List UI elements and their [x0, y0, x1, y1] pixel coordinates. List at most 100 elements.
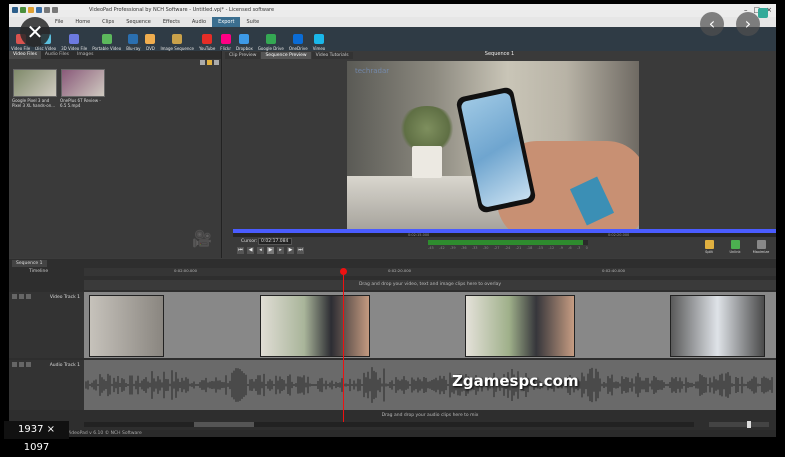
list-view-icon[interactable]	[214, 60, 219, 65]
audio-drop-zone[interactable]: Drag and drop your audio clips here to m…	[84, 411, 776, 421]
collapse-audio-icon[interactable]	[12, 362, 17, 367]
mute-icon[interactable]	[19, 362, 24, 367]
step-forward-icon[interactable]: ▶	[287, 247, 294, 254]
meter-level-label: -45	[428, 246, 434, 250]
preview-ruler[interactable]: 0:02:15.0000:02:20.0000:02:25.000	[233, 233, 776, 237]
lock-icon[interactable]	[19, 294, 24, 299]
menu-suite[interactable]: Suite	[240, 17, 265, 27]
tab-sequence-preview[interactable]: Sequence Preview	[261, 52, 311, 59]
close-viewer-icon[interactable]: ✕	[20, 17, 50, 47]
zoom-knob[interactable]	[747, 421, 751, 428]
scrollbar-thumb[interactable]	[194, 422, 254, 427]
menu-audio[interactable]: Audio	[186, 17, 212, 27]
screenshot-frame: VideoPad Professional by NCH Software - …	[0, 0, 785, 453]
video-frame[interactable]: techradar	[347, 61, 639, 229]
video-clip[interactable]	[89, 295, 164, 357]
frame-back-icon[interactable]: ◂	[257, 247, 264, 254]
save-icon[interactable]	[36, 7, 42, 13]
meter-level-label: -21	[515, 246, 522, 250]
ribbon-3d-video-file-button[interactable]: 3D Video File	[61, 29, 87, 51]
delete-icon[interactable]	[200, 60, 205, 65]
audio-track[interactable]	[84, 360, 776, 410]
menu-clips[interactable]: Clips	[96, 17, 120, 27]
sequence-tab[interactable]: Sequence 1	[12, 260, 47, 267]
flickr-icon	[220, 34, 231, 44]
step-back-icon[interactable]: ◀	[247, 247, 254, 254]
timeline-scrollbar[interactable]	[84, 422, 694, 427]
preview-tabs: Clip Preview Sequence Preview Video Tutori…	[225, 52, 354, 59]
tab-audio-files[interactable]: Audio Files	[41, 51, 73, 59]
menu-effects[interactable]: Effects	[157, 17, 186, 27]
ribbon-onedrive-button[interactable]: OneDrive	[289, 29, 308, 51]
play-icon[interactable]: ▶	[267, 247, 274, 254]
meter-level-label: -15	[537, 246, 544, 250]
ribbon-youtube-button[interactable]: YouTube	[199, 29, 215, 51]
menu-sequence[interactable]: Sequence	[120, 17, 157, 27]
timeline-tick: 0:02:20.000	[388, 268, 412, 273]
meter-level-label: 0	[585, 246, 588, 250]
ribbon-vimeo-button[interactable]: Vimeo	[313, 29, 325, 51]
open-icon[interactable]	[28, 7, 34, 13]
ribbon-image-sequence-button[interactable]: Image Sequence	[160, 29, 194, 51]
video-clip[interactable]	[670, 295, 765, 357]
google-drive-icon	[265, 34, 276, 44]
redo-icon[interactable]	[52, 7, 58, 13]
ribbon-dvd-button[interactable]: DVD	[145, 29, 156, 51]
cursor-time-field[interactable]: 0:02:17.084	[258, 238, 292, 245]
tab-video-files[interactable]: Video Files	[9, 51, 41, 59]
zoom-slider[interactable]	[709, 421, 769, 428]
overlay-drop-zone[interactable]: Drag and drop your video, text and image…	[84, 280, 776, 290]
folder-icon[interactable]	[207, 60, 212, 65]
media-clip-thumbnail[interactable]	[13, 69, 57, 97]
tool-label: Unlink	[729, 250, 741, 254]
collapse-icon[interactable]	[12, 294, 17, 299]
dropbox-icon	[239, 34, 250, 44]
blu-ray-icon	[128, 34, 139, 44]
chevron-right-icon[interactable]: ›	[736, 12, 760, 36]
chevron-left-icon[interactable]: ‹	[700, 12, 724, 36]
media-clip-label: Google Pixel 3 and Pixel 3 XL hands-on..…	[12, 98, 56, 108]
video-track-name: Video Track 1	[49, 295, 80, 300]
meter-level-label: -39	[449, 246, 456, 250]
go-to-end-icon[interactable]: ⏭	[297, 247, 304, 254]
frame-forward-icon[interactable]: ▸	[277, 247, 284, 254]
ribbon-flickr-button[interactable]: Flickr	[220, 29, 231, 51]
menu-home[interactable]: Home	[69, 17, 96, 27]
unlink-button[interactable]: Unlink	[725, 240, 745, 256]
split-button[interactable]: Split	[699, 240, 719, 256]
meter-level-label: -24	[504, 246, 511, 250]
maximize-icon	[756, 240, 766, 249]
window-title: VideoPad Professional by NCH Software - …	[89, 7, 275, 13]
tab-clip-preview[interactable]: Clip Preview	[225, 52, 261, 59]
video-track-header: Video Track 1	[9, 292, 84, 358]
visibility-icon[interactable]	[26, 294, 31, 299]
ribbon-portable-video-button[interactable]: Portable Video	[92, 29, 121, 51]
tab-video-tutorials[interactable]: Video Tutorials	[311, 52, 353, 59]
onedrive-icon	[293, 34, 304, 44]
ribbon-blu-ray-button[interactable]: Blu-ray	[126, 29, 140, 51]
tab-images[interactable]: Images	[73, 51, 97, 59]
new-icon[interactable]	[20, 7, 26, 13]
undo-icon[interactable]	[44, 7, 50, 13]
audio-track-header: Audio Track 1	[9, 360, 84, 410]
media-clip-thumbnail[interactable]	[61, 69, 105, 97]
menu-bar: File Home Clips Sequence Effects Audio Export S…	[9, 17, 776, 27]
timeline-label: Timeline	[29, 269, 49, 274]
unlink-icon	[730, 240, 740, 249]
video-track[interactable]	[84, 292, 776, 358]
video-clip[interactable]	[465, 295, 575, 357]
vimeo-icon	[313, 34, 324, 44]
audio-level-meter: -45 -42 -39 -36 -33 -30 -27 -24 -21 -18 -15 -12 -9 -6…	[428, 240, 588, 252]
app-icon	[12, 7, 18, 13]
site-watermark: Zgamespc.com	[452, 372, 579, 390]
ribbon-google-drive-button[interactable]: Google Drive	[258, 29, 284, 51]
dvd-icon	[145, 34, 156, 44]
solo-icon[interactable]	[26, 362, 31, 367]
video-clip[interactable]	[260, 295, 370, 357]
maximize-button[interactable]: Maximize	[751, 240, 771, 256]
ribbon-dropbox-button[interactable]: Dropbox	[236, 29, 253, 51]
menu-file[interactable]: File	[49, 17, 69, 27]
timeline-ruler[interactable]: 0:02:00.000 0:02:20.000 0:02:40.000	[84, 268, 776, 276]
menu-export[interactable]: Export	[212, 17, 241, 27]
go-to-start-icon[interactable]: ⏮	[237, 247, 244, 254]
